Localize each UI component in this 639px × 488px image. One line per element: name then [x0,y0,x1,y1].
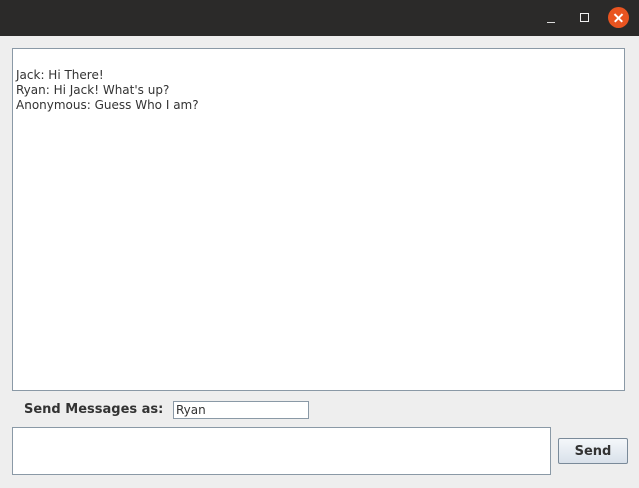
maximize-icon[interactable] [575,8,595,28]
chat-message: Ryan: Hi Jack! What's up? [16,83,170,97]
sender-name-input[interactable] [173,401,309,419]
chat-message: Jack: Hi There! [16,68,104,82]
chat-message: Anonymous: Guess Who I am? [16,98,199,112]
close-icon[interactable] [608,7,629,28]
window-titlebar [0,0,639,36]
message-input[interactable] [12,427,551,475]
minimize-icon[interactable] [541,8,561,28]
chat-history[interactable]: Jack: Hi There! Ryan: Hi Jack! What's up… [12,48,625,391]
send-button[interactable]: Send [558,438,628,464]
sender-label: Send Messages as: [24,402,164,417]
